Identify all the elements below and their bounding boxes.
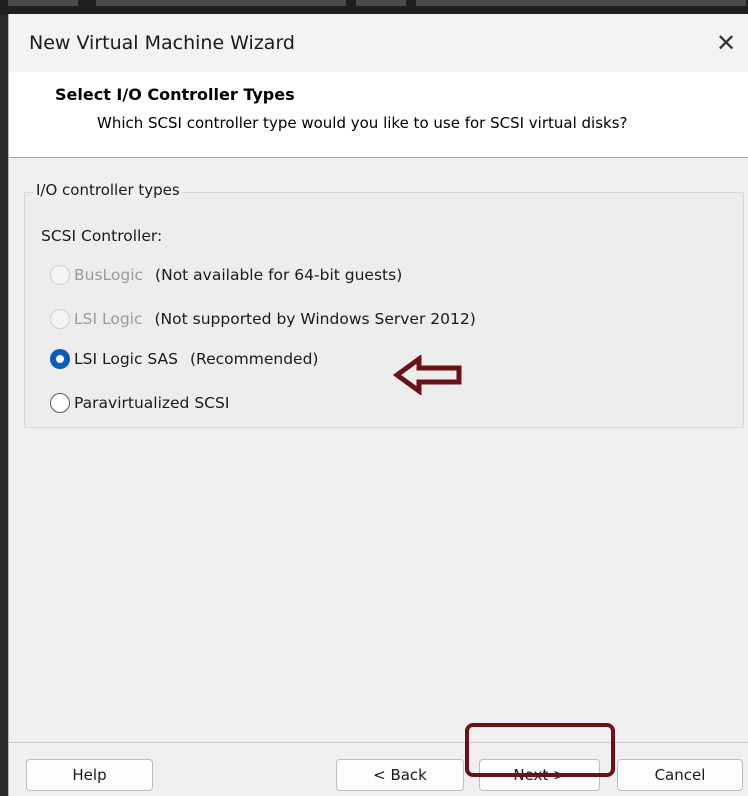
option-label: BusLogic (74, 266, 144, 284)
radio-option-paravirtualized-scsi[interactable]: Paravirtualized SCSI (50, 391, 229, 415)
close-icon: ✕ (715, 29, 737, 57)
strip-segment (356, 0, 406, 6)
next-button-highlight (465, 723, 615, 777)
back-button[interactable]: < Back (336, 759, 464, 791)
strip-segment (96, 0, 346, 6)
title-bar[interactable]: New Virtual Machine Wizard ✕ (9, 14, 748, 72)
option-label[interactable]: Paravirtualized SCSI (74, 394, 229, 412)
button-bar: Help < Back Next > Cancel (9, 742, 748, 796)
radio-option-lsi-logic-sas[interactable]: LSI Logic SAS (Recommended) (50, 347, 318, 371)
radio-button-paravirtualized-scsi[interactable] (50, 393, 70, 413)
option-note: (Recommended) (189, 350, 319, 368)
radio-option-buslogic: BusLogic (Not available for 64-bit guest… (50, 263, 402, 287)
option-note: (Not supported by Windows Server 2012) (154, 310, 476, 328)
scsi-controller-label: SCSI Controller: (41, 227, 163, 245)
option-label: LSI Logic (74, 310, 143, 328)
radio-button-lsi-logic-sas[interactable] (50, 349, 70, 369)
page-subtitle: Which SCSI controller type would you lik… (97, 114, 628, 132)
strip-segment (416, 0, 746, 6)
strip-segment (8, 0, 78, 6)
radio-option-lsi-logic: LSI Logic (Not supported by Windows Serv… (50, 307, 476, 331)
radio-button-buslogic (50, 265, 70, 285)
left-arrow-annotation-icon (393, 355, 462, 395)
cancel-button[interactable]: Cancel (617, 759, 743, 791)
background-top-strip (0, 0, 748, 14)
page-title: Select I/O Controller Types (55, 85, 295, 104)
radio-button-lsi-logic (50, 309, 70, 329)
group-legend: I/O controller types (33, 181, 183, 199)
help-button[interactable]: Help (26, 759, 153, 791)
window-title: New Virtual Machine Wizard (29, 32, 295, 54)
option-note: (Not available for 64-bit guests) (155, 266, 403, 284)
close-button[interactable]: ✕ (709, 26, 743, 60)
option-label[interactable]: LSI Logic SAS (74, 350, 178, 368)
wizard-header: Select I/O Controller Types Which SCSI c… (9, 72, 748, 158)
wizard-window: New Virtual Machine Wizard ✕ Select I/O … (8, 14, 748, 796)
